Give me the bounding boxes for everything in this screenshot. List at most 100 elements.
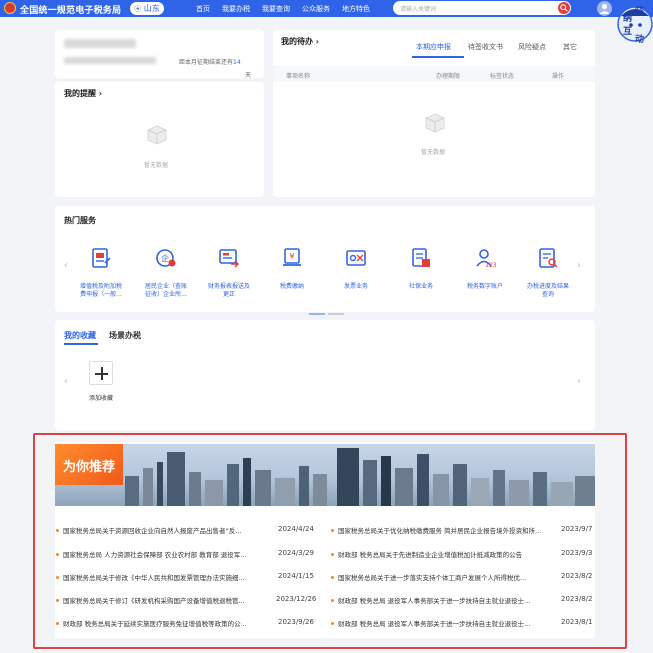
tab-scenario-tax[interactable]: 场景办税 [109, 330, 141, 341]
news-item[interactable]: 财政部 税务总局关于先进制造业企业增值税加计抵减政策的公告 [331, 549, 556, 559]
empty-box-icon [146, 125, 168, 145]
search-icon [560, 4, 568, 12]
todo-title[interactable]: 我的待办 › [281, 36, 319, 47]
news-item[interactable]: 财政部 税务总局 退役军人事务部关于进一步扶持自主就业退役士... [331, 618, 556, 628]
region-selector[interactable]: ⦿ 山东 [130, 2, 164, 15]
enterprise-tax-icon: 企 [155, 247, 177, 269]
interaction-mascot[interactable]: 征 纳 互 动 [611, 0, 653, 46]
deadline-unit: 天 [245, 70, 251, 79]
news-date: 2023/12/26 [276, 595, 316, 603]
col-item-name: 事项名称 [286, 71, 310, 80]
news-item[interactable]: 国家税务总局关于修改《中华人民共和国发票管理办法实施细... [56, 572, 269, 582]
todo-table-header: 事项名称 办理期限 标签状态 操作 [273, 66, 595, 82]
user-info-card: 距本月征期结束还有14 天 [55, 30, 264, 78]
recommend-title: 为你推荐 [63, 456, 115, 475]
news-date: 2023/8/2 [561, 572, 592, 580]
service-social-security[interactable]: 社保业务 [391, 247, 451, 291]
site-title[interactable]: 全国统一规范电子税务局 [20, 3, 121, 16]
deadline-notice: 距本月征期结束还有14 [179, 57, 241, 66]
svg-text:123: 123 [485, 262, 496, 269]
service-label-2: 费申报（一般... [80, 291, 122, 298]
service-label: 社保业务 [409, 283, 433, 290]
favorites-next-arrow[interactable]: › [577, 376, 581, 387]
taxpayer-id-redacted [64, 57, 156, 64]
service-label-2: 查询 [542, 291, 554, 298]
search-button[interactable] [558, 2, 570, 14]
service-vat-declaration[interactable]: 增值税及附加税费申报（一般... [71, 247, 131, 299]
news-item[interactable]: 财政部 税务总局 退役军人事务部关于进一步扶持自主就业退役士... [331, 595, 556, 605]
recommend-banner [55, 444, 595, 506]
service-label-2: 征收）企业所... [145, 291, 187, 298]
service-label: 居民企业（查账 [145, 283, 187, 290]
service-financial-statements[interactable]: 财务报表报送及更正 [199, 247, 259, 299]
tab-risk-doubts[interactable]: 风险疑点 [518, 42, 546, 52]
carousel-indicator[interactable] [309, 300, 347, 319]
news-item[interactable]: 国家税务总局关于优化纳税缴费服务 简并居民企业报告境外投资和所... [331, 525, 556, 535]
add-favorite-label[interactable]: 添加收藏 [89, 393, 113, 402]
news-item[interactable]: 国家税务总局关于资源回收企业向自然人报废产品出售者“反... [56, 525, 269, 535]
favorites-prev-arrow[interactable]: ‹ [64, 376, 68, 387]
reminders-empty-text: 暂无数据 [144, 160, 168, 169]
news-date: 2023/8/1 [561, 618, 592, 626]
news-date: 2023/9/26 [278, 618, 314, 626]
news-item[interactable]: 国家税务总局 人力资源社会保障部 农业农村部 教育部 退役军... [56, 549, 269, 559]
service-income-tax-declaration[interactable]: 企 居民企业（查账征收）企业所... [136, 247, 196, 299]
news-date: 2023/9/7 [561, 525, 592, 533]
active-tab-indicator [412, 56, 464, 58]
service-tax-payment[interactable]: ¥ 税费缴纳 [262, 247, 322, 291]
mascot-char-2: 纳 [623, 11, 632, 24]
company-name-redacted [64, 39, 136, 48]
search-box[interactable]: 请输入关键词 [393, 1, 571, 15]
social-security-icon [410, 247, 432, 269]
todo-empty-text: 暂无数据 [421, 147, 445, 156]
service-label: 发票业务 [344, 283, 368, 290]
col-tag-status: 标签状态 [490, 71, 514, 80]
mascot-char-1: 征 [635, 4, 644, 17]
user-icon [597, 1, 612, 16]
service-label: 办税进度及结果 [527, 283, 569, 290]
empty-box-icon [424, 113, 446, 133]
news-item[interactable]: 财政部 税务总局关于延续实施医疗服务免征增值税等政策的公... [56, 618, 269, 628]
reminders-title[interactable]: 我的提醒 › [64, 88, 102, 99]
news-date: 2024/4/24 [278, 525, 314, 533]
mascot-char-4: 动 [635, 32, 644, 45]
news-date: 2023/8/2 [561, 595, 592, 603]
nav-query[interactable]: 我要查询 [262, 4, 290, 14]
tab-pending-documents[interactable]: 待签收文书 [468, 42, 503, 52]
nav-home[interactable]: 首页 [196, 4, 210, 14]
tab-my-favorites[interactable]: 我的收藏 [64, 330, 96, 341]
add-favorite-button[interactable] [89, 361, 113, 385]
service-invoice[interactable]: 发票业务 [326, 247, 386, 291]
hot-services-prev-arrow[interactable]: ‹ [64, 260, 68, 271]
nav-public-service[interactable]: 公众服务 [302, 4, 330, 14]
search-input[interactable]: 请输入关键词 [400, 4, 436, 13]
col-deadline: 办理期限 [436, 71, 460, 80]
tab-others[interactable]: 其它 [563, 42, 577, 52]
progress-query-icon [537, 247, 559, 269]
nav-local-features[interactable]: 地方特色 [342, 4, 370, 14]
top-navbar: 全国统一规范电子税务局 ⦿ 山东 首页 我要办税 我要查询 公众服务 地方特色 … [0, 0, 653, 17]
city-skyline-graphic [55, 444, 595, 506]
service-digital-account[interactable]: 123 税务数字账户 [455, 247, 515, 291]
recommend-tag: 为你推荐 [55, 444, 123, 485]
news-date: 2024/1/15 [278, 572, 314, 580]
invoice-icon [345, 247, 367, 269]
favorites-active-indicator [64, 343, 98, 345]
user-avatar[interactable] [597, 1, 612, 16]
region-label: 山东 [144, 4, 160, 13]
reminders-card: 我的提醒 › 暂无数据 [55, 82, 264, 197]
favorites-card: 我的收藏 场景办税 [55, 320, 595, 430]
tab-current-declaration[interactable]: 本期应申报 [416, 42, 451, 52]
news-item[interactable]: 国家税务总局关于进一步落实支持个体工商户发展个人所得税优... [331, 572, 556, 582]
news-item[interactable]: 国家税务总局关于修订《研发机构采购国产设备增值税退税管... [56, 595, 269, 605]
svg-text:¥: ¥ [289, 252, 294, 261]
financial-report-icon [218, 247, 240, 269]
nav-do-tax[interactable]: 我要办税 [222, 4, 250, 14]
col-action: 操作 [552, 71, 564, 80]
tax-emblem-logo [4, 2, 16, 14]
service-progress-query[interactable]: 办税进度及结果查询 [518, 247, 578, 299]
hot-services-title: 热门服务 [64, 215, 96, 226]
deadline-days: 14 [233, 59, 241, 66]
digital-account-icon: 123 [474, 247, 496, 269]
service-label: 税费缴纳 [280, 283, 304, 290]
